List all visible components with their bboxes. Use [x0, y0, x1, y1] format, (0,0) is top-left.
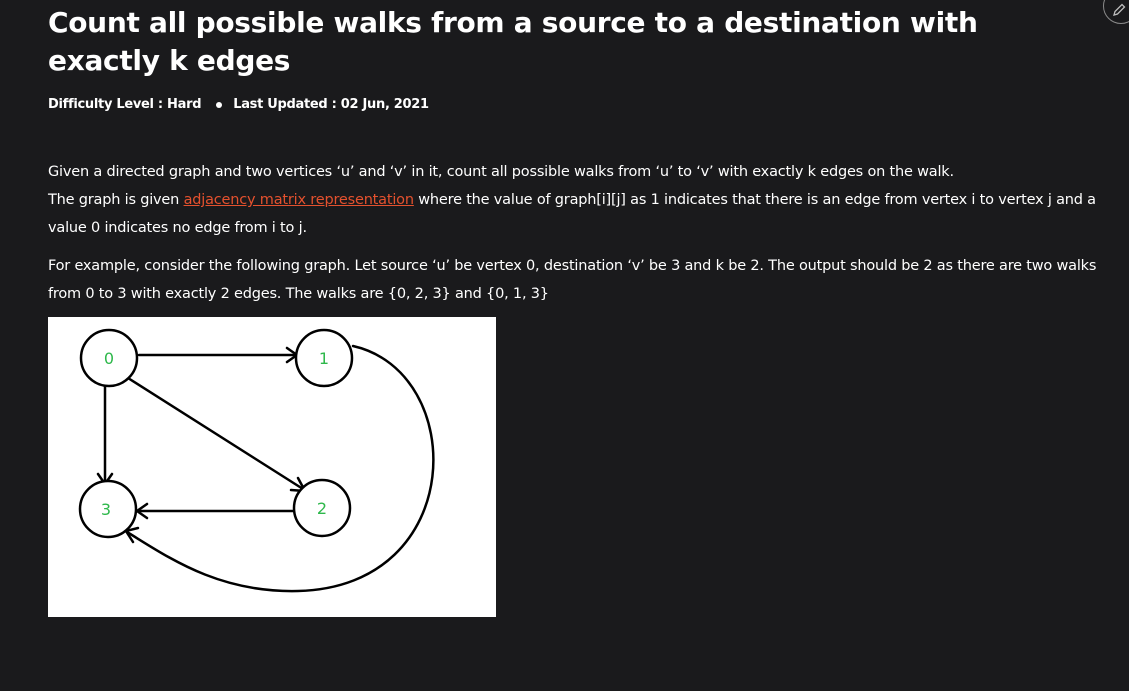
node-3-label: 3: [101, 500, 111, 519]
node-0-label: 0: [104, 349, 114, 368]
article-title: Count all possible walks from a source t…: [48, 6, 978, 77]
node-2-label: 2: [317, 499, 327, 518]
adjacency-matrix-link[interactable]: adjacency matrix representation: [184, 192, 414, 208]
intro-line-1: Given a directed graph and two vertices …: [48, 164, 954, 180]
difficulty-level: Difficulty Level : Hard: [48, 97, 202, 112]
graph-diagram: 0 1 2 3: [78, 328, 435, 593]
node-1-label: 1: [319, 349, 329, 368]
intro-text-pre-link: The graph is given: [48, 192, 184, 208]
edit-button[interactable]: [1103, 0, 1129, 24]
example-paragraph: For example, consider the following grap…: [48, 258, 1097, 302]
article-page: Count all possible walks from a source t…: [0, 0, 1129, 691]
edge-1-3: [125, 344, 435, 593]
edge-0-2: [126, 376, 305, 491]
last-updated: Last Updated : 02 Jun, 2021: [233, 97, 429, 112]
bullet-dot-icon: [216, 101, 223, 108]
pencil-icon: [1113, 3, 1126, 16]
graph-figure: 0 1 2 3: [48, 317, 496, 617]
article-meta: Difficulty Level : Hard Last Updated : 0…: [48, 97, 429, 112]
intro-paragraph: Given a directed graph and two vertices …: [48, 158, 1098, 242]
